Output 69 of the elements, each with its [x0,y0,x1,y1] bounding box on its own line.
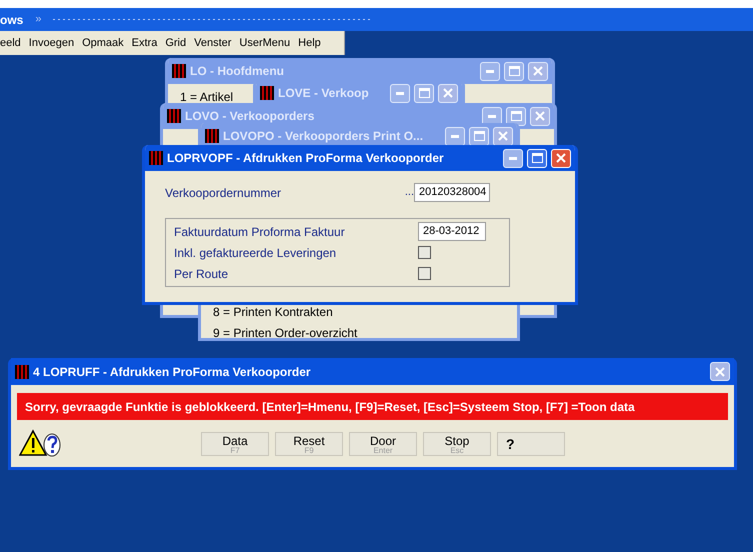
menu-item[interactable]: UserMenu [239,34,290,52]
app-logo-icon [205,129,219,143]
maximize-icon [418,88,430,98]
function-button[interactable]: Stop Esc [423,432,491,456]
maximize-icon [510,111,522,121]
field-label: Inkl. gefaktureerde Leveringen [174,244,338,262]
checkbox[interactable] [418,246,431,259]
app-logo-icon [172,64,186,78]
minimize-button[interactable] [390,84,410,102]
menu-line: 9 = Printen Order-overzicht [213,325,358,338]
minimize-icon [486,70,494,72]
close-icon [533,66,543,76]
close-icon [715,366,725,376]
close-button[interactable] [438,84,458,102]
close-button[interactable] [530,106,550,126]
maximize-button[interactable] [504,62,524,80]
checkbox[interactable] [418,267,431,280]
error-message: Sorry, gevraagde Funktie is geblokkeerd. [Enter]=Hmenu, [F9]=Reset, [Esc]=Systeem Stop, [F7] =Toon data [17,393,728,420]
menu-item[interactable]: Opmaak [82,34,124,52]
close-button[interactable] [493,126,513,146]
maximize-button[interactable] [414,84,434,102]
field-label: Per Route [174,266,230,282]
close-button[interactable] [528,62,548,80]
close-icon [498,131,508,141]
minimize-button[interactable] [480,62,500,80]
window-title: LOPRVOPF - Afdrukken ProForma Verkooporder [167,150,445,167]
order-number-field[interactable]: 20120328004 [414,183,490,202]
app-logo-icon [15,364,29,378]
help-button[interactable]: ? [497,432,565,456]
minimize-icon [451,134,459,138]
function-button[interactable]: Data F7 [201,432,269,456]
minimize-button[interactable] [503,148,523,168]
menu-item[interactable]: Grid [165,34,186,52]
menu-item[interactable]: Extra [132,34,158,52]
menu-item[interactable]: Venster [194,34,232,52]
close-icon [556,153,566,163]
close-icon [535,111,545,121]
field-label: Verkoopordernummer [165,184,282,202]
maximize-button[interactable] [506,106,526,126]
minimize-icon [509,156,517,160]
ellipsis-text: ... [404,185,414,200]
app-title: ows [0,12,24,28]
maximize-button[interactable] [469,126,489,146]
menu-item[interactable]: eeld [0,34,21,52]
window-title: LOVOPO - Verkooporders Print O... [223,128,424,145]
minimize-icon [396,92,404,94]
date-field[interactable]: 28-03-2012 [418,222,486,241]
maximize-icon [508,66,520,76]
menu-line: 8 = Printen Kontrakten [213,304,334,321]
close-icon [443,88,453,98]
field-label: Faktuurdatum Proforma Faktuur [174,224,346,240]
function-button[interactable]: Door Enter [349,432,417,456]
menu-line: 1 = Artikel [180,90,234,104]
app-logo-icon [260,86,274,100]
window-title: LOVO - Verkooporders [185,108,316,125]
chevron-text: » [35,12,42,28]
app-logo-icon [167,109,181,123]
menu-item[interactable]: Invoegen [28,34,74,52]
window-title: LO - Hoofdmenu [190,63,285,80]
minimize-button[interactable] [445,126,465,146]
maximize-icon [474,131,484,141]
maximize-icon [532,153,542,163]
close-button[interactable] [710,362,730,381]
window-title: LOVE - Verkoop [278,85,370,102]
function-button[interactable]: Reset F9 [275,432,343,456]
app-logo-icon [149,151,163,165]
menu-item[interactable]: Help [298,34,321,52]
minimize-icon [488,114,496,118]
dialog-title: 4 LOPRUFF - Afdrukken ProForma Verkooporder [33,364,312,380]
